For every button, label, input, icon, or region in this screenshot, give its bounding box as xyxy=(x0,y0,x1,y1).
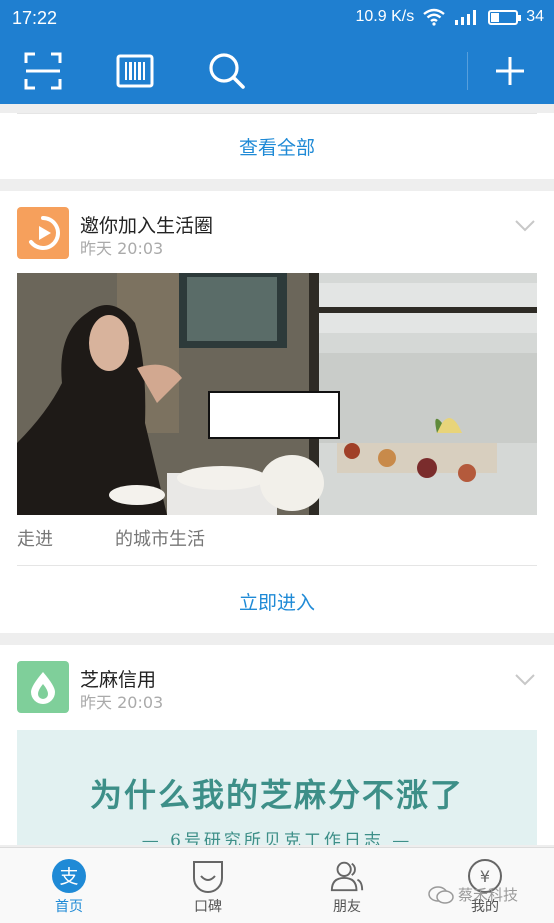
sesame-credit-card[interactable]: 芝麻信用 昨天 20:03 为什么我的芝麻分不涨了 — 6号研究所贝克工作日志 … xyxy=(0,645,554,845)
photo-caption: 走进 的城市生活 xyxy=(17,525,205,551)
tab-home[interactable]: 支 首页 xyxy=(24,848,114,923)
barcode-icon xyxy=(116,54,154,88)
search-icon xyxy=(209,53,245,89)
tab-label: 首页 xyxy=(55,899,83,915)
svg-text:支: 支 xyxy=(59,866,78,888)
watermark-text: 蔡禾科技 xyxy=(458,886,519,904)
life-circle-card[interactable]: 邀你加入生活圈 昨天 20:03 走进 的城市生活 立即进入 xyxy=(0,191,554,633)
wifi-icon xyxy=(423,8,445,26)
tab-friends[interactable]: 朋友 xyxy=(302,848,392,923)
plus-icon xyxy=(496,57,524,85)
friends-icon xyxy=(329,858,365,894)
caption-left: 走进 xyxy=(17,529,53,550)
card-title: 芝麻信用 xyxy=(80,669,157,691)
banner-subtitle: — 6号研究所贝克工作日志 — xyxy=(141,831,413,845)
alipay-home-icon: 支 xyxy=(51,858,87,894)
sesame-banner[interactable]: 为什么我的芝麻分不涨了 — 6号研究所贝克工作日志 — xyxy=(17,730,537,845)
koubei-icon xyxy=(190,858,226,894)
view-all-link[interactable]: 查看全部 xyxy=(0,133,554,160)
toolbar-divider xyxy=(467,52,468,90)
battery-icon xyxy=(488,9,522,25)
tab-label: 朋友 xyxy=(333,899,361,915)
add-button[interactable] xyxy=(480,38,540,104)
battery-percent: 34 xyxy=(526,8,544,25)
card-title: 邀你加入生活圈 xyxy=(80,215,214,237)
status-bar: 17:22 10.9 K/s 34 xyxy=(0,0,554,38)
chevron-down-icon[interactable] xyxy=(514,673,536,687)
divider xyxy=(17,565,537,566)
tab-label: 口碑 xyxy=(194,899,222,915)
tab-koubei[interactable]: 口碑 xyxy=(163,848,253,923)
view-all-section: 查看全部 xyxy=(0,113,554,179)
search-button[interactable] xyxy=(197,38,257,104)
enter-now-link[interactable]: 立即进入 xyxy=(0,588,554,615)
life-circle-icon xyxy=(17,207,69,259)
scan-button[interactable] xyxy=(13,38,73,104)
status-right: 10.9 K/s 34 xyxy=(355,8,544,26)
chevron-down-icon[interactable] xyxy=(514,219,536,233)
top-toolbar xyxy=(0,38,554,104)
network-speed: 10.9 K/s xyxy=(355,8,415,25)
card-time: 昨天 20:03 xyxy=(80,239,164,258)
wechat-icon xyxy=(428,885,454,904)
divider xyxy=(17,113,537,114)
caption-right: 的城市生活 xyxy=(115,529,205,550)
barcode-button[interactable] xyxy=(105,38,165,104)
status-time: 17:22 xyxy=(12,8,58,28)
banner-title: 为什么我的芝麻分不涨了 xyxy=(89,776,464,814)
scan-icon xyxy=(24,52,62,90)
sesame-credit-icon xyxy=(17,661,69,713)
watermark: 蔡禾科技 xyxy=(428,884,518,905)
life-circle-photo[interactable] xyxy=(17,273,537,515)
card-time: 昨天 20:03 xyxy=(80,693,164,712)
signal-icon xyxy=(455,10,477,25)
